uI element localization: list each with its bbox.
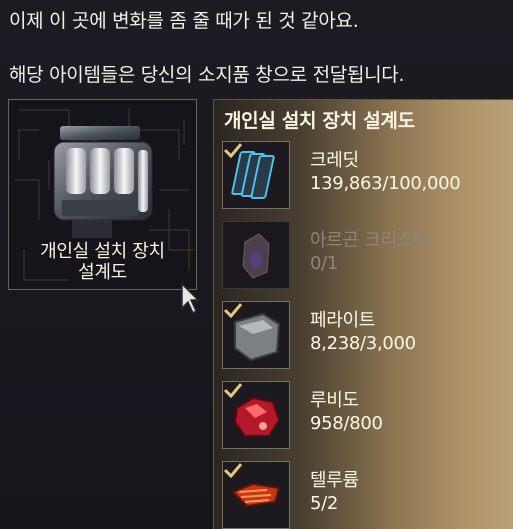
recipe-title: 개인실 설치 장치 설계도: [224, 110, 415, 132]
material-name: 루비도: [310, 390, 359, 411]
recipe-panel: 개인실 설치 장치 설계도 크레딧 139,863/100,000 아르곤 크리…: [213, 99, 513, 529]
material-quantity: 5/2: [310, 493, 339, 514]
npc-dialog-line-1: 이제 이 곳에 변화를 좀 줄 때가 된 것 같아요.: [9, 10, 359, 32]
material-row-rubido[interactable]: 루비도 958/800: [222, 381, 512, 451]
material-quantity: 0/1: [310, 253, 339, 274]
reward-item-preview[interactable]: 개인실 설치 장치 설계도: [8, 99, 197, 290]
material-row-argon-crystal[interactable]: 아르곤 크리스탈 0/1: [222, 221, 512, 291]
checkmark-icon: [223, 303, 243, 318]
material-name: 크레딧: [310, 150, 359, 171]
installation-device-icon: [53, 126, 153, 238]
material-row-credit[interactable]: 크레딧 139,863/100,000: [222, 141, 512, 211]
material-slot[interactable]: [222, 141, 290, 209]
mouse-cursor-icon: [181, 282, 200, 315]
checkmark-icon: [223, 463, 243, 478]
material-slot[interactable]: [222, 381, 290, 449]
preview-label-line-1: 개인실 설치 장치: [40, 241, 165, 262]
material-row-ferrite[interactable]: 페라이트 8,238/3,000: [222, 301, 512, 371]
checkmark-icon: [223, 383, 243, 398]
material-slot[interactable]: [222, 461, 290, 529]
material-slot[interactable]: [222, 301, 290, 369]
npc-dialog-line-2: 해당 아이템들은 당신의 소지품 창으로 전달됩니다.: [9, 64, 405, 86]
dialog-window: 이제 이 곳에 변화를 좀 줄 때가 된 것 같아요. 해당 아이템들은 당신의…: [0, 0, 513, 529]
material-name: 텔루륨: [310, 470, 359, 491]
material-quantity: 958/800: [310, 413, 383, 434]
material-quantity: 139,863/100,000: [310, 173, 461, 194]
material-name: 페라이트: [310, 310, 376, 331]
material-quantity: 8,238/3,000: [310, 333, 416, 354]
material-row-tellurium[interactable]: 텔루륨 5/2: [222, 461, 512, 529]
preview-label-line-2: 설계도: [78, 262, 127, 283]
argon-crystal-icon: [242, 233, 270, 279]
material-name: 아르곤 크리스탈: [310, 230, 430, 251]
material-slot[interactable]: [222, 221, 290, 289]
checkmark-icon: [223, 143, 243, 158]
preview-item-name: 개인실 설치 장치 설계도: [9, 241, 196, 283]
